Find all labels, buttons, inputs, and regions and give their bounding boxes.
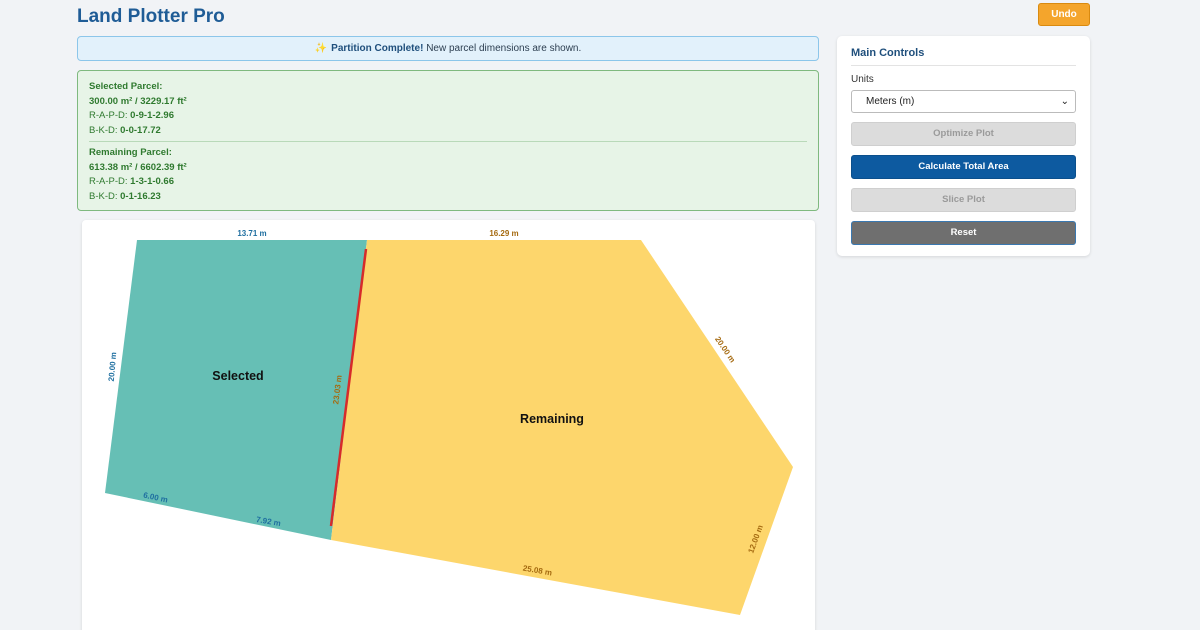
selected-parcel-bkd: B-K-D: 0-0-17.72 xyxy=(89,124,807,139)
remaining-rapd-value: 1-3-1-0.66 xyxy=(130,176,175,187)
dim-top-selected: 13.71 m xyxy=(237,229,266,238)
selected-parcel-rapd: R-A-P-D: 0-9-1-2.96 xyxy=(89,109,807,124)
plot-canvas[interactable]: Selected Remaining 13.71 m 16.29 m 20.00… xyxy=(82,220,815,630)
selected-rapd-label: R-A-P-D: xyxy=(89,110,128,121)
remaining-bkd-label: B-K-D: xyxy=(89,190,118,202)
slice-plot-button[interactable]: Slice Plot xyxy=(851,188,1076,212)
selected-parcel-area: 300.00 m² / 3229.17 ft² xyxy=(89,95,187,107)
optimize-plot-button[interactable]: Optimize Plot xyxy=(851,122,1076,146)
units-select[interactable]: Meters (m) ⌄ xyxy=(851,90,1076,113)
units-label: Units xyxy=(851,74,874,85)
units-select-value: Meters (m) xyxy=(866,96,915,107)
remaining-parcel-heading: Remaining Parcel: xyxy=(89,147,172,158)
app-title: Land Plotter Pro xyxy=(77,6,225,27)
remaining-parcel-rapd: R-A-P-D: 1-3-1-0.66 xyxy=(89,175,807,190)
remaining-parcel-area: 613.38 m² / 6602.39 ft² xyxy=(89,161,187,173)
dim-left: 20.00 m xyxy=(107,352,119,382)
status-message: New parcel dimensions are shown. xyxy=(426,43,582,54)
main-controls-panel: Main Controls Units Meters (m) ⌄ Optimiz… xyxy=(837,36,1090,256)
remaining-parcel-bkd: B-K-D: 0-1-16.23 xyxy=(89,190,807,205)
selected-parcel-heading: Selected Parcel: xyxy=(89,81,163,92)
parcel-info-panel: Selected Parcel: 300.00 m² / 3229.17 ft²… xyxy=(77,70,819,211)
undo-button[interactable]: Undo xyxy=(1038,3,1090,26)
remaining-parcel-shape[interactable] xyxy=(331,240,793,615)
status-banner: ✨ Partition Complete! New parcel dimensio… xyxy=(77,36,819,61)
remaining-parcel-label: Remaining xyxy=(520,412,584,426)
selected-bkd-value: 0-0-17.72 xyxy=(120,124,161,136)
chevron-down-icon: ⌄ xyxy=(1060,96,1069,107)
remaining-rapd-label: R-A-P-D: xyxy=(89,176,128,187)
dim-top-remaining: 16.29 m xyxy=(489,229,518,238)
reset-button[interactable]: Reset xyxy=(851,221,1076,245)
remaining-bkd-value: 0-1-16.23 xyxy=(120,190,161,202)
calculate-total-area-button[interactable]: Calculate Total Area xyxy=(851,155,1076,179)
sparkles-icon: ✨ xyxy=(314,43,328,54)
controls-title: Main Controls xyxy=(851,47,1076,66)
status-strong: Partition Complete! xyxy=(331,43,424,54)
selected-bkd-label: B-K-D: xyxy=(89,124,118,136)
plot-svg[interactable]: Selected Remaining 13.71 m 16.29 m 20.00… xyxy=(82,220,815,630)
selected-rapd-value: 0-9-1-2.96 xyxy=(130,110,175,121)
selected-parcel-label: Selected xyxy=(212,369,263,383)
parcel-divider xyxy=(89,141,807,142)
